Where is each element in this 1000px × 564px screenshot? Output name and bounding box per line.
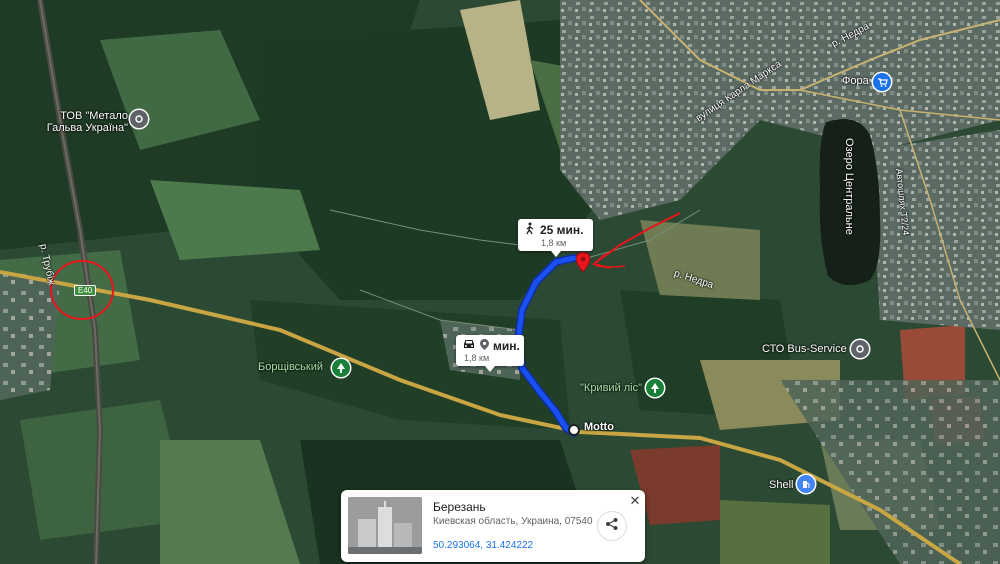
poi-label-sto[interactable]: СТО Bus-Service	[762, 343, 847, 355]
factory-icon[interactable]	[130, 110, 148, 128]
place-coordinates[interactable]: 50.293064, 31.424222	[433, 540, 533, 551]
place-address: Киевская область, Украина, 07540	[433, 516, 593, 527]
destination-pin-icon[interactable]	[575, 251, 591, 277]
driving-route-callout[interactable]: мин. 1,8 км	[456, 335, 524, 372]
poi-label-motto[interactable]: Motto	[584, 421, 614, 433]
place-name: Березань	[433, 500, 486, 514]
info-pin-icon	[480, 338, 489, 353]
road-badge-e40: E40	[74, 285, 97, 296]
driving-distance: 1,8 км	[464, 353, 490, 363]
share-button[interactable]	[597, 511, 627, 541]
poi-label-metalo[interactable]: ТОВ "Метало Гальва Україна"	[46, 110, 128, 134]
shopping-cart-icon[interactable]	[873, 73, 891, 91]
poi-label-shell[interactable]: Shell	[769, 479, 793, 491]
place-pin-icon[interactable]	[851, 340, 869, 358]
place-info-card[interactable]: Березань Киевская область, Украина, 0754…	[341, 490, 645, 562]
gas-station-icon[interactable]	[797, 475, 815, 493]
walking-time: 25 мин.	[540, 223, 584, 237]
poi-label-fora[interactable]: Фора	[842, 75, 869, 87]
driving-time: мин.	[493, 338, 520, 353]
route-start-dot[interactable]	[568, 424, 580, 436]
walking-icon	[524, 222, 536, 238]
tree-icon[interactable]	[332, 359, 350, 377]
place-thumbnail[interactable]	[348, 497, 422, 554]
poi-label-kryvyi-lis[interactable]: "Кривий ліс"	[580, 382, 642, 394]
share-icon	[605, 517, 619, 536]
walking-route-callout[interactable]: 25 мин. 1,8 км	[518, 219, 593, 257]
poi-label-borshchivskyi[interactable]: Борщівський	[258, 361, 323, 373]
car-icon	[462, 338, 476, 353]
close-button[interactable]: ✕	[628, 493, 642, 507]
park-icon[interactable]	[646, 379, 664, 397]
walking-distance: 1,8 км	[541, 238, 567, 248]
lake-label: Озеро Центральне	[843, 138, 855, 235]
